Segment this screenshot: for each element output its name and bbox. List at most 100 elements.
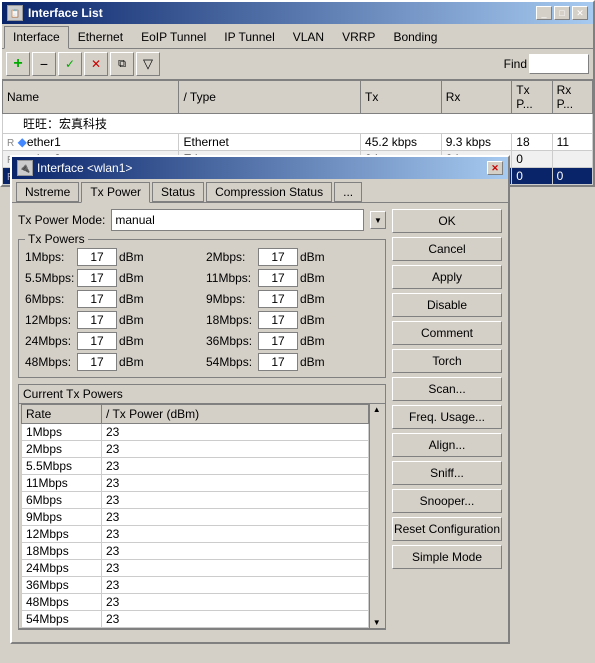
current-tx-powers-label: Current Tx Powers — [23, 387, 123, 401]
tx-power-mode-dropdown[interactable]: ▼ — [370, 211, 386, 229]
current-rate: 6Mbps — [22, 492, 102, 509]
table-row[interactable]: 旺旺：宏真科技 — [3, 114, 593, 134]
power-unit-12mbps: dBm — [119, 313, 144, 327]
power-input-2mbps[interactable] — [258, 248, 298, 266]
power-input-36mbps[interactable] — [258, 332, 298, 350]
tx-power-mode-select-wrap: manual — [111, 209, 364, 231]
disable-button[interactable]: Disable — [392, 293, 502, 317]
current-power: 23 — [102, 441, 369, 458]
power-row-6mbps: 6Mbps: dBm — [25, 290, 198, 308]
power-input-5mbps[interactable] — [77, 269, 117, 287]
current-power: 23 — [102, 611, 369, 628]
scan-button[interactable]: Scan... — [392, 377, 502, 401]
power-input-24mbps[interactable] — [77, 332, 117, 350]
row-name: 旺旺：宏真科技 — [3, 114, 593, 134]
current-row: 54Mbps23 — [22, 611, 369, 628]
tx-power-mode-label: Tx Power Mode: — [18, 213, 105, 227]
current-power: 23 — [102, 543, 369, 560]
current-power: 23 — [102, 526, 369, 543]
col-txp-header: Tx P... — [512, 81, 552, 114]
scroll-up-button[interactable]: ▲ — [373, 405, 381, 414]
current-power: 23 — [102, 594, 369, 611]
tab-eoip[interactable]: EoIP Tunnel — [132, 26, 215, 48]
close-button[interactable]: ✕ — [572, 6, 588, 20]
dialog-body: Tx Power Mode: manual ▼ Tx Powers 1Mbps:… — [12, 203, 508, 642]
current-rate: 48Mbps — [22, 594, 102, 611]
ok-button[interactable]: OK — [392, 209, 502, 233]
simple-mode-button[interactable]: Simple Mode — [392, 545, 502, 569]
comment-button[interactable]: Comment — [392, 321, 502, 345]
current-tx-table: Rate / Tx Power (dBm) 1Mbps23 2Mbps23 5.… — [21, 404, 369, 628]
col-rxp-header: Rx P... — [552, 81, 592, 114]
freq-usage-button[interactable]: Freq. Usage... — [392, 405, 502, 429]
reset-config-button[interactable]: Reset Configuration — [392, 517, 502, 541]
power-input-6mbps[interactable] — [77, 290, 117, 308]
tab-interface[interactable]: Interface — [4, 26, 69, 49]
power-row-24mbps: 24Mbps: dBm — [25, 332, 198, 350]
power-input-9mbps[interactable] — [258, 290, 298, 308]
row-txp: 0 — [512, 151, 552, 168]
col-rate-header: Rate — [22, 405, 102, 424]
tab-status[interactable]: Status — [152, 182, 204, 202]
col-name-header: Name — [3, 81, 179, 114]
power-input-11mbps[interactable] — [258, 269, 298, 287]
power-input-1mbps[interactable] — [77, 248, 117, 266]
sniff-button[interactable]: Sniff... — [392, 461, 502, 485]
torch-button[interactable]: Torch — [392, 349, 502, 373]
tab-compression[interactable]: Compression Status — [206, 182, 332, 202]
cancel-toolbar-button[interactable]: ✕ — [84, 52, 108, 76]
power-label-12mbps: 12Mbps: — [25, 313, 75, 327]
remove-button[interactable]: − — [32, 52, 56, 76]
power-grid: 1Mbps: dBm 2Mbps: dBm 5.5Mbps: dBm — [25, 244, 379, 371]
row-txp: 18 — [512, 134, 552, 151]
tab-txpower[interactable]: Tx Power — [81, 182, 150, 203]
find-input[interactable] — [529, 54, 589, 74]
align-button[interactable]: Align... — [392, 433, 502, 457]
tab-nstreme[interactable]: Nstreme — [16, 182, 79, 202]
check-button[interactable]: ✓ — [58, 52, 82, 76]
col-tx-header: Tx — [361, 81, 442, 114]
power-input-18mbps[interactable] — [258, 311, 298, 329]
apply-button[interactable]: Apply — [392, 265, 502, 289]
maximize-button[interactable]: □ — [554, 6, 570, 20]
power-row-36mbps: 36Mbps: dBm — [206, 332, 379, 350]
power-input-48mbps[interactable] — [77, 353, 117, 371]
power-label-54mbps: 54Mbps: — [206, 355, 256, 369]
tx-power-mode-row: Tx Power Mode: manual ▼ — [18, 209, 386, 231]
current-row: 18Mbps23 — [22, 543, 369, 560]
tab-more[interactable]: ... — [334, 182, 362, 202]
add-button[interactable]: + — [6, 52, 30, 76]
copy-button[interactable]: ⧉ — [110, 52, 134, 76]
main-title-bar: 📋 Interface List _ □ ✕ — [2, 2, 593, 24]
tab-vrrp[interactable]: VRRP — [333, 26, 384, 48]
power-unit-54mbps: dBm — [300, 355, 325, 369]
tab-iptunnel[interactable]: IP Tunnel — [215, 26, 283, 48]
dialog-title-bar: 🔌 Interface <wlan1> ✕ — [12, 157, 508, 179]
dialog-close-button[interactable]: ✕ — [487, 161, 503, 175]
current-power: 23 — [102, 577, 369, 594]
power-unit-6mbps: dBm — [119, 292, 144, 306]
power-label-48mbps: 48Mbps: — [25, 355, 75, 369]
row-type: Ethernet — [179, 134, 361, 151]
col-type-header: / Type — [179, 81, 361, 114]
main-window-title: Interface List — [28, 6, 103, 20]
dialog-tab-bar: Nstreme Tx Power Status Compression Stat… — [12, 179, 508, 203]
table-row[interactable]: R ◆ether1 Ethernet 45.2 kbps 9.3 kbps 18… — [3, 134, 593, 151]
row-txp: 0 — [512, 168, 552, 185]
tab-ethernet[interactable]: Ethernet — [69, 26, 132, 48]
minimize-button[interactable]: _ — [536, 6, 552, 20]
current-tx-powers-group: Current Tx Powers Rate / Tx Power (dBm) … — [18, 384, 386, 630]
power-unit-48mbps: dBm — [119, 355, 144, 369]
power-label-11mbps: 11Mbps: — [206, 271, 256, 285]
tab-bonding[interactable]: Bonding — [384, 26, 446, 48]
power-label-36mbps: 36Mbps: — [206, 334, 256, 348]
cancel-button[interactable]: Cancel — [392, 237, 502, 261]
current-row: 6Mbps23 — [22, 492, 369, 509]
filter-button[interactable]: ▽ — [136, 52, 160, 76]
snooper-button[interactable]: Snooper... — [392, 489, 502, 513]
scroll-down-button[interactable]: ▼ — [373, 618, 381, 627]
tab-vlan[interactable]: VLAN — [284, 26, 333, 48]
power-input-12mbps[interactable] — [77, 311, 117, 329]
power-input-54mbps[interactable] — [258, 353, 298, 371]
interface-dialog: 🔌 Interface <wlan1> ✕ Nstreme Tx Power S… — [10, 155, 510, 644]
